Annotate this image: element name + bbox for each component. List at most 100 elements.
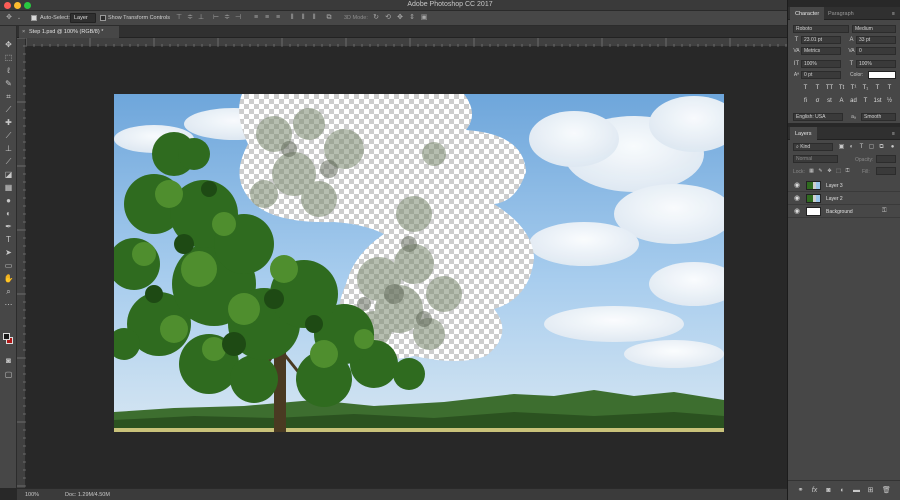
style-button[interactable]: T <box>813 84 822 93</box>
blend-mode-select[interactable]: Normal <box>793 155 838 163</box>
opentype-button[interactable]: 1st <box>873 97 882 106</box>
font-family-select[interactable]: Roboto <box>793 25 849 33</box>
tab-layers[interactable]: Layers <box>790 127 817 140</box>
document-tab[interactable]: × Step 1.psd @ 100% (RGB/8) * <box>19 26 119 38</box>
blur-icon[interactable]: ● <box>3 196 14 206</box>
lock-transparent-icon[interactable]: ▦ <box>808 167 815 175</box>
align-vcenter-icon[interactable]: ≑ <box>186 14 194 22</box>
pen-icon[interactable]: ✒ <box>3 222 14 232</box>
zoom-level[interactable]: 100% <box>25 492 39 498</box>
distribute-bottom-icon[interactable]: ≡ <box>274 14 282 22</box>
vertical-scale-field[interactable]: 100% <box>801 60 841 68</box>
3d-rotate-icon[interactable]: ↻ <box>372 14 380 22</box>
language-select[interactable]: English: USA <box>793 113 843 121</box>
distribute-top-icon[interactable]: ≡ <box>252 14 260 22</box>
lock-artboard-icon[interactable]: ⬚ <box>835 167 842 175</box>
more-tools-icon[interactable]: ⋯ <box>3 300 14 310</box>
layer-row[interactable]: ◉ Layer 3 <box>788 179 900 192</box>
distribute-hcenter-icon[interactable]: ⦀ <box>299 14 307 22</box>
lock-position-icon[interactable]: ✥ <box>826 167 833 175</box>
filter-kind-select[interactable]: ⌕ Kind <box>793 143 833 151</box>
adjustment-layer-icon[interactable]: ◐ <box>838 486 847 495</box>
delete-layer-icon[interactable]: 🗑 <box>882 486 891 495</box>
style-button[interactable]: T¹ <box>849 84 858 93</box>
auto-select-checkbox[interactable] <box>31 15 37 21</box>
close-tab-icon[interactable]: × <box>22 29 25 35</box>
history-brush-icon[interactable]: ⟋ <box>3 157 14 167</box>
filter-type-icon[interactable]: T <box>858 143 865 151</box>
layers-menu-icon[interactable]: ≡ <box>890 130 897 138</box>
style-button[interactable]: T₁ <box>861 84 870 93</box>
3d-pan-icon[interactable]: ✥ <box>396 14 404 22</box>
lock-image-icon[interactable]: ✎ <box>817 167 824 175</box>
opentype-button[interactable]: fi <box>801 97 810 106</box>
opentype-button[interactable]: ad <box>849 97 858 106</box>
style-button[interactable]: Tt <box>837 84 846 93</box>
antialias-select[interactable]: Smooth <box>861 113 896 121</box>
hand-icon[interactable]: ✋ <box>3 274 14 284</box>
vertical-ruler[interactable] <box>17 38 26 488</box>
quick-mask-icon[interactable]: ◙ <box>3 356 14 366</box>
opentype-button[interactable]: ½ <box>885 97 894 106</box>
auto-select-dropdown[interactable]: Layer <box>70 13 96 23</box>
healing-brush-icon[interactable]: ✚ <box>3 118 14 128</box>
fill-field[interactable] <box>876 167 896 175</box>
style-button[interactable]: TT <box>825 84 834 93</box>
new-group-icon[interactable]: ▬ <box>852 486 861 495</box>
zoom-icon[interactable]: ⌕ <box>3 287 14 297</box>
distribute-left-icon[interactable]: ⦀ <box>288 14 296 22</box>
filter-shape-icon[interactable]: ▢ <box>868 143 875 151</box>
dodge-icon[interactable]: ◐ <box>3 209 14 219</box>
foreground-color-swatch[interactable] <box>3 333 10 340</box>
layer-row[interactable]: ◉ Background ⚿ <box>788 205 900 218</box>
tool-preset-dropdown-icon[interactable]: ⌄ <box>15 14 23 22</box>
move-tool-icon[interactable]: ✥ <box>5 14 13 22</box>
lasso-icon[interactable]: ℓ <box>3 66 14 76</box>
horizontal-ruler[interactable] <box>26 38 787 47</box>
style-button[interactable]: T <box>873 84 882 93</box>
style-button[interactable]: T <box>801 84 810 93</box>
opacity-field[interactable] <box>876 155 896 163</box>
add-mask-icon[interactable]: ◙ <box>824 486 833 495</box>
align-left-icon[interactable]: ⊢ <box>212 14 220 22</box>
eye-icon[interactable]: ◉ <box>793 195 801 202</box>
text-color-swatch[interactable] <box>868 71 896 79</box>
clone-stamp-icon[interactable]: ⊥ <box>3 144 14 154</box>
rectangle-icon[interactable]: ▭ <box>3 261 14 271</box>
font-size-field[interactable]: 23.01 pt <box>801 36 841 44</box>
filter-toggle-icon[interactable]: ● <box>889 143 896 151</box>
quick-select-icon[interactable]: ✎ <box>3 79 14 89</box>
gradient-icon[interactable]: ▦ <box>3 183 14 193</box>
3d-scale-icon[interactable]: ▣ <box>420 14 428 22</box>
crop-icon[interactable]: ⌗ <box>3 92 14 102</box>
3d-roll-icon[interactable]: ⟲ <box>384 14 392 22</box>
leading-field[interactable]: 33 pt <box>856 36 896 44</box>
opentype-button[interactable]: A <box>837 97 846 106</box>
align-bottom-icon[interactable]: ⊥ <box>197 14 205 22</box>
opentype-button[interactable]: σ <box>813 97 822 106</box>
tab-paragraph[interactable]: Paragraph <box>823 7 859 20</box>
document-canvas[interactable] <box>114 94 724 432</box>
filter-pixel-icon[interactable]: ▣ <box>838 143 845 151</box>
layer-row[interactable]: ◉ Layer 2 <box>788 192 900 205</box>
screen-mode-icon[interactable]: ▢ <box>3 370 14 380</box>
align-hcenter-icon[interactable]: ≑ <box>223 14 231 22</box>
lock-all-icon[interactable]: ⚿ <box>844 167 851 175</box>
path-select-icon[interactable]: ➤ <box>3 248 14 258</box>
kerning-field[interactable]: Metrics <box>801 47 841 55</box>
filter-smart-object-icon[interactable]: ⧉ <box>878 143 885 151</box>
move-icon[interactable]: ✥ <box>3 40 14 50</box>
opentype-button[interactable]: T <box>861 97 870 106</box>
new-layer-icon[interactable]: ⊞ <box>866 486 875 495</box>
eye-icon[interactable]: ◉ <box>793 208 801 215</box>
tracking-field[interactable]: 0 <box>856 47 896 55</box>
show-transform-checkbox[interactable] <box>100 15 106 21</box>
auto-align-icon[interactable]: ⧉ <box>325 14 333 22</box>
style-button[interactable]: T <box>885 84 894 93</box>
brush-icon[interactable]: ⟋ <box>3 131 14 141</box>
3d-slide-icon[interactable]: ⇕ <box>408 14 416 22</box>
doc-size[interactable]: Doc: 1.29M/4.50M <box>65 492 110 498</box>
fx-icon[interactable]: fx <box>810 486 819 495</box>
panel-menu-icon[interactable]: ≡ <box>890 10 897 18</box>
font-style-select[interactable]: Medium <box>852 25 896 33</box>
